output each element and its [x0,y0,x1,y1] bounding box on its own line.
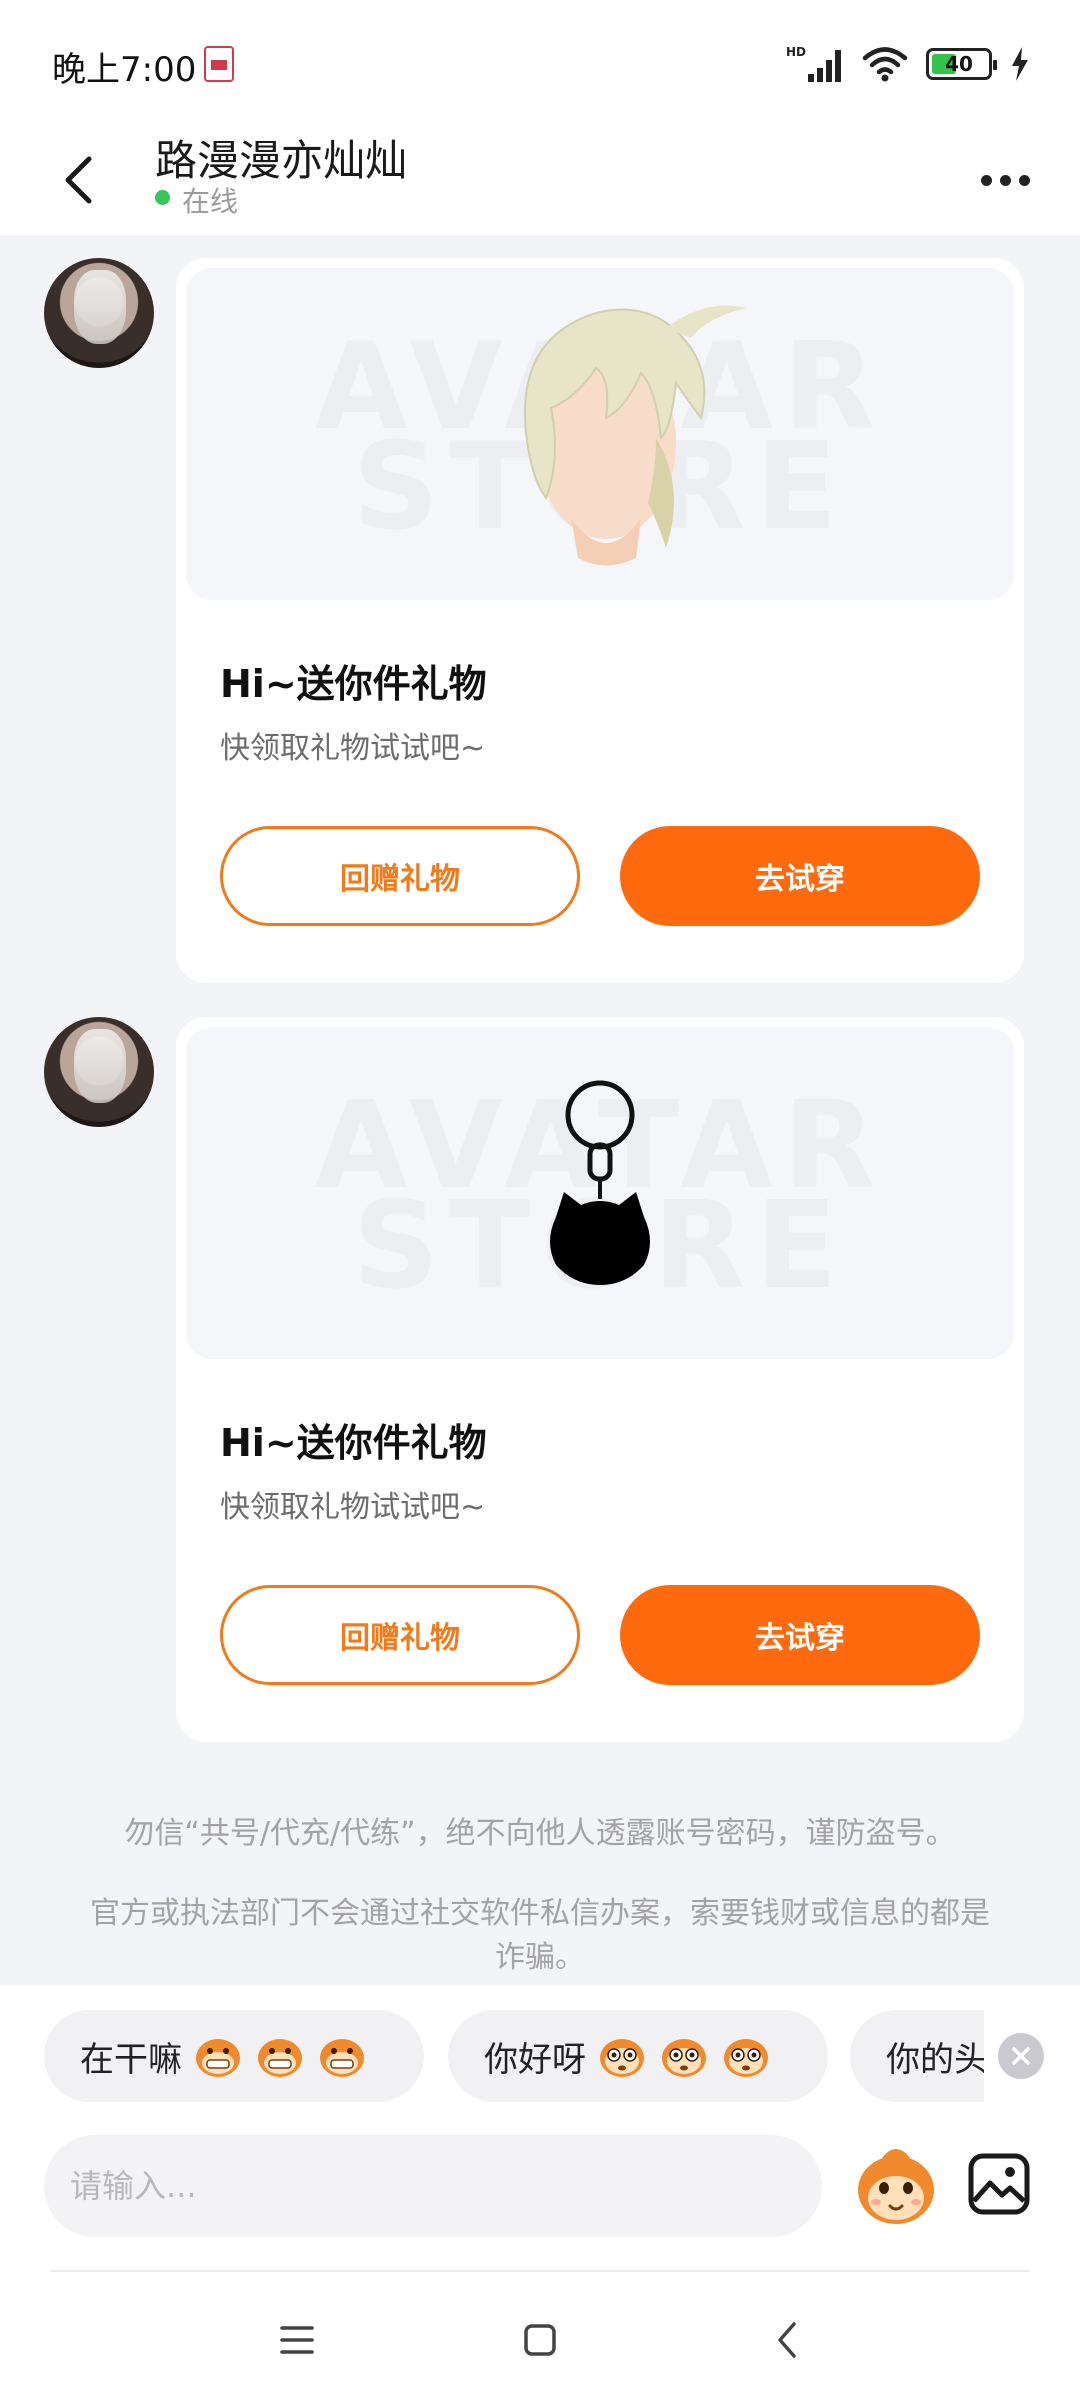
system-navigation-bar [0,2275,1080,2400]
nav-back-button[interactable] [752,2305,822,2375]
charging-icon [1012,47,1028,81]
return-gift-button[interactable]: 回赠礼物 [220,826,580,926]
online-status-text: 在线 [182,185,239,218]
bottom-panel: 在干嘛 你好呀 你的头 [0,1985,1080,2400]
back-arrow-icon [65,156,92,204]
message-input[interactable] [70,2167,822,2205]
close-icon [1012,2047,1030,2065]
grinning-monkey-emoji-icon [320,2039,364,2077]
quick-reply-text: 在干嘛 [80,2039,182,2080]
quick-reply-text: 你好呀 [484,2039,586,2080]
hd-signal-icon: HD [786,45,841,82]
return-gift-button[interactable]: 回赠礼物 [220,1585,580,1685]
grinning-monkey-emoji-icon [196,2039,240,2077]
battery-icon: 40 [926,48,997,80]
image-picker-button[interactable] [968,2153,1030,2215]
close-quick-replies-button[interactable] [998,2033,1044,2079]
chat-header: 路漫漫亦灿灿 在线 [0,125,1080,235]
contact-name: 路漫漫亦灿灿 [155,136,408,185]
status-bar: 晚上7:00 HD 40 [0,0,1080,125]
quick-reply-text: 你的头 [886,2039,984,2080]
menu-icon [280,2326,314,2354]
svg-text:HD: HD [786,45,806,59]
grinning-monkey-emoji-icon [258,2039,302,2077]
gift-message-card: AVATAR STORE Hi~送你件礼物 快领取礼物试试吧~ 回赠礼物 去试穿 [176,258,1024,983]
status-icons: HD 40 [786,44,1030,84]
try-on-button[interactable]: 去试穿 [620,826,980,926]
nav-menu-button[interactable] [262,2305,332,2375]
sender-avatar[interactable] [44,1017,154,1127]
gift-preview[interactable]: AVATAR STORE [186,1027,1014,1359]
wifi-icon [862,47,908,82]
nav-divider [50,2270,1030,2272]
gift-title: Hi~送你件礼物 [220,1421,487,1465]
app-notification-icon [204,46,234,82]
try-on-button[interactable]: 去试穿 [620,1585,980,1685]
gift-message-card: AVATAR STORE Hi~送你件礼物 快领取礼物试试吧~ 回赠礼物 去试穿 [176,1017,1024,1742]
more-dots-icon [980,174,992,186]
battery-level: 40 [945,52,973,76]
back-chevron-icon [778,2322,796,2358]
quick-reply-chip[interactable]: 你好呀 [448,2010,828,2102]
status-time: 晚上7:00 [52,50,197,90]
gift-title: Hi~送你件礼物 [220,662,487,706]
sender-avatar[interactable] [44,258,154,368]
gift-preview[interactable]: AVATAR STORE [186,268,1014,600]
gift-subtitle: 快领取礼物试试吧~ [220,1490,486,1525]
anti-fraud-notice: 勿信“共号/代充/代练”，绝不向他人透露账号密码，谨防盗号。 [124,1816,956,1851]
wig-hair-gift-icon [523,305,746,566]
big-eye-monkey-emoji-icon [662,2039,706,2077]
anti-scam-notice: 官方或执法部门不会通过社交软件私信办案，索要钱财或信息的都是诈骗。 [90,1896,990,1975]
big-eye-monkey-emoji-icon [600,2039,644,2077]
online-status-dot [155,190,170,205]
quick-reply-chip[interactable]: 你的头 [850,2010,984,2102]
home-square-icon [524,2324,556,2356]
more-options-button[interactable] [970,153,1040,207]
message-input-container[interactable] [44,2135,822,2237]
cat-keychain-gift-icon [550,1080,650,1285]
back-button[interactable] [50,137,106,223]
quick-reply-bar: 在干嘛 你好呀 你的头 [44,2010,984,2102]
mascot-emoji-button[interactable] [852,2140,940,2232]
nav-home-button[interactable] [505,2305,575,2375]
big-eye-monkey-emoji-icon [724,2039,768,2077]
gift-subtitle: 快领取礼物试试吧~ [220,731,486,766]
quick-reply-chip[interactable]: 在干嘛 [44,2010,424,2102]
